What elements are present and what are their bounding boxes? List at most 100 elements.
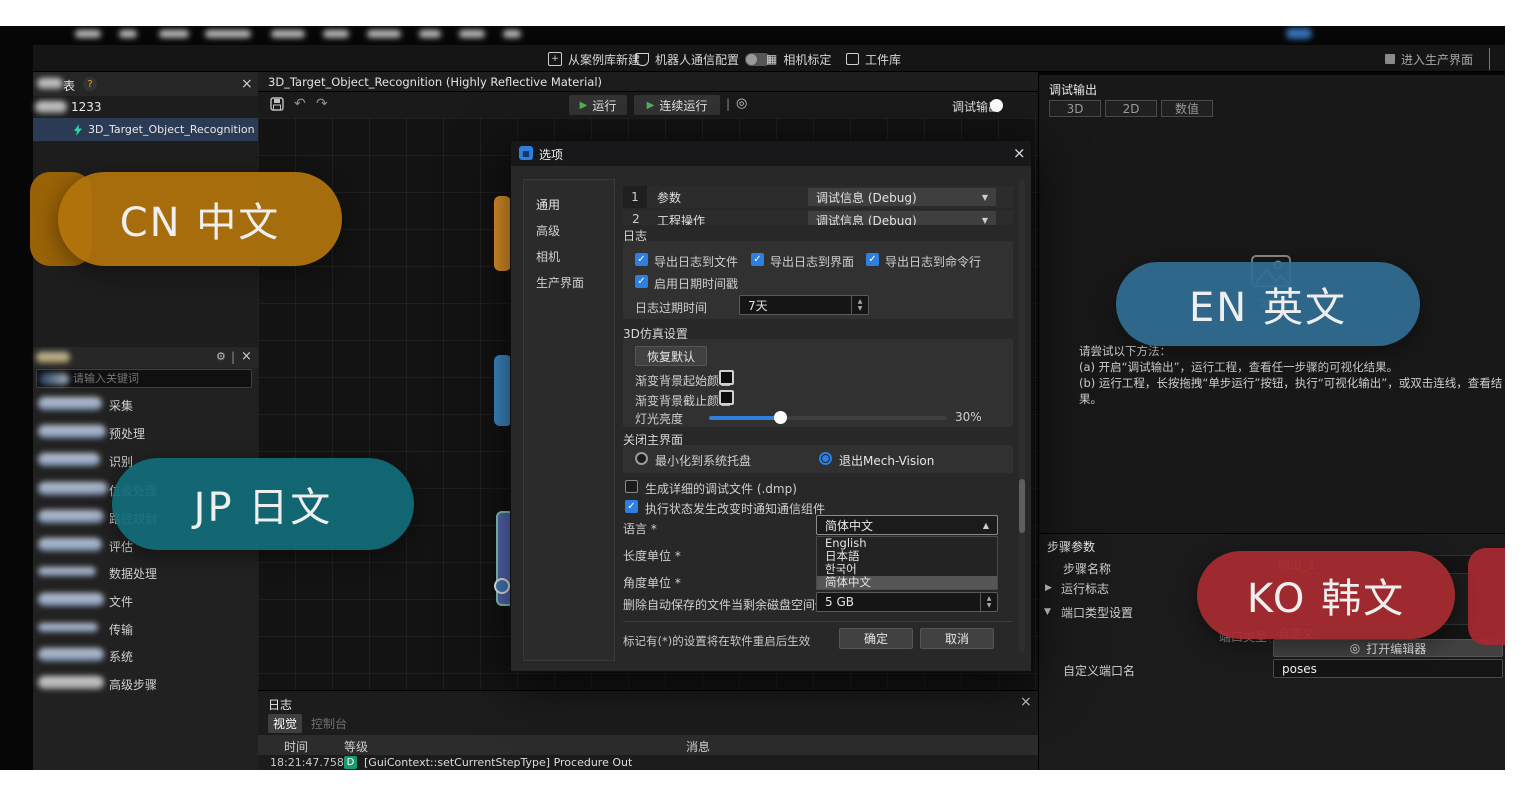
open-editor-button[interactable]: ◎ 打开编辑器 — [1273, 639, 1503, 657]
dialog-table-row[interactable]: 1 参数 调试信息 (Debug)▼ — [623, 186, 1013, 208]
step-item[interactable]: 预处理 — [33, 421, 258, 443]
project-panel-close-icon[interactable]: × — [241, 76, 253, 92]
project-count: 1233 — [71, 100, 102, 114]
dialog-sidebar-item-camera[interactable]: 相机 — [536, 248, 560, 265]
export-log-ui-checkbox[interactable]: ✓ — [751, 253, 764, 266]
log-tab-console[interactable]: 控制台 — [306, 714, 352, 733]
new-from-case-button[interactable]: + 从案例库新建 — [548, 50, 640, 68]
debug-tab-2d[interactable]: 2D — [1105, 100, 1157, 117]
log-expire-spinner[interactable]: 7天 ▲▼ — [739, 295, 869, 315]
export-log-file-checkbox[interactable]: ✓ — [635, 253, 648, 266]
undo-icon[interactable]: ↶ — [294, 96, 306, 112]
row-level-combo[interactable]: 调试信息 (Debug)▼ — [808, 188, 996, 206]
flow-node-orange[interactable] — [494, 196, 511, 271]
sim-section-group: 恢复默认 渐变背景起始颜色 渐变背景截止颜色 灯光亮度 30% — [623, 339, 1013, 427]
run-settings-icon[interactable]: ◎ — [736, 96, 747, 111]
port-type-expand-icon[interactable]: ▼ — [1044, 607, 1051, 617]
part-library-icon — [846, 53, 859, 65]
dialog-sidebar-item-advanced[interactable]: 高级 — [536, 222, 560, 239]
editor-icon: ◎ — [1350, 641, 1360, 655]
project-tree-item-selected[interactable]: 3D_Target_Object_Recognition (Highly ... — [33, 118, 258, 141]
log-panel-close-icon[interactable]: × — [1020, 694, 1032, 710]
dialog-sidebar-item-production[interactable]: 生产界面 — [536, 274, 584, 291]
ok-button[interactable]: 确定 — [839, 628, 913, 649]
exit-radio[interactable] — [819, 452, 832, 465]
step-item[interactable]: 系统 — [33, 644, 258, 666]
dmp-checkbox[interactable]: ✓ — [625, 480, 638, 493]
slider-knob[interactable] — [774, 411, 787, 424]
step-item[interactable]: 传输 — [33, 617, 258, 639]
light-brightness-label: 灯光亮度 — [635, 410, 683, 427]
notify-checkbox-label: 执行状态发生改变时通知通信组件 — [645, 500, 825, 517]
new-case-icon: + — [548, 52, 562, 66]
port-type-settings-label: 端口类型设置 — [1061, 604, 1133, 621]
robot-comm-button[interactable]: 机器人通信配置 — [636, 50, 771, 68]
minimize-radio-label: 最小化到系统托盘 — [655, 452, 751, 469]
caret-up-icon: ▲ — [983, 521, 989, 530]
minimize-radio[interactable] — [635, 452, 648, 465]
debug-tab-3d[interactable]: 3D — [1049, 100, 1101, 117]
dialog-table-row-clipped[interactable]: 2 工程操作 调试信息 (Debug)▼ — [623, 210, 1013, 225]
node-port-connector[interactable] — [494, 578, 510, 594]
dialog-scrollbar-thumb[interactable] — [1019, 479, 1025, 533]
dialog-scrollbar[interactable] — [1019, 179, 1025, 653]
save-icon[interactable] — [270, 97, 284, 111]
screenshot-root: + 从案例库新建 机器人通信配置 ▦ 相机标定 工件库 进入生产界面 表 ? ×… — [0, 0, 1536, 802]
timestamp-label: 启用日期时间戳 — [654, 275, 738, 292]
step-item[interactable]: 高级步骤 — [33, 672, 258, 694]
project-name: 3D_Target_Object_Recognition (Highly ... — [88, 123, 258, 136]
step-item[interactable]: 数据处理 — [33, 561, 258, 583]
search-input[interactable] — [71, 371, 245, 386]
restore-defaults-button[interactable]: 恢复默认 — [635, 346, 707, 366]
canvas-tab-title[interactable]: 3D_Target_Object_Recognition (Highly Ref… — [268, 75, 602, 89]
run-continuous-button[interactable]: ▶ 连续运行 — [634, 95, 720, 115]
debug-tab-values[interactable]: 数值 — [1161, 100, 1213, 117]
export-log-cmd-label: 导出日志到命令行 — [885, 253, 981, 270]
timestamp-checkbox[interactable]: ✓ — [635, 275, 648, 288]
debug-hint-line3: (b) 运行工程，长按拖拽“单步运行”按钮，执行“可视化输出”，或双击连线，查看… — [1079, 375, 1505, 407]
footer-divider — [623, 621, 1013, 622]
log-time: 18:21:47.758 — [270, 756, 344, 769]
dialog-titlebar[interactable]: ▦ 选项 × — [511, 141, 1031, 166]
steps-settings-gear-icon[interactable]: ⚙ — [216, 350, 226, 363]
enter-production-button[interactable]: 进入生产界面 — [1385, 50, 1473, 68]
steps-panel-close-icon[interactable]: × — [241, 349, 252, 364]
disk-space-spinner[interactable]: 5 GB ▲▼ — [816, 592, 998, 612]
export-log-ui-label: 导出日志到界面 — [770, 253, 854, 270]
page-margin-top — [0, 0, 1536, 26]
redacted-chip — [35, 101, 67, 113]
help-icon[interactable]: ? — [83, 77, 97, 91]
camera-calibration-button[interactable]: ▦ 相机标定 — [766, 50, 831, 68]
language-option-simplified-chinese[interactable]: 简体中文 — [817, 576, 997, 589]
log-col-time: 时间 — [284, 738, 308, 755]
light-brightness-slider[interactable] — [709, 416, 947, 420]
run-button[interactable]: ▶ 运行 — [569, 95, 627, 115]
steps-search-box[interactable] — [36, 369, 252, 388]
redo-icon[interactable]: ↷ — [316, 96, 328, 112]
log-col-level: 等级 — [344, 738, 368, 755]
caret-down-icon: ▼ — [982, 193, 988, 202]
blurred-top-right-item — [1286, 28, 1312, 39]
gradient-end-swatch[interactable] — [719, 390, 734, 405]
spin-down-icon: ▼ — [858, 305, 863, 312]
production-icon — [1385, 54, 1395, 64]
log-row[interactable]: 18:21:47.758 D [GuiContext::setCurrentSt… — [258, 755, 1038, 771]
gradient-start-swatch[interactable] — [719, 370, 734, 385]
run-flags-collapse-icon[interactable]: ▶ — [1045, 583, 1052, 593]
log-tab-vision[interactable]: 视觉 — [268, 714, 302, 733]
part-library-button[interactable]: 工件库 — [846, 50, 901, 68]
row-level-combo[interactable]: 调试信息 (Debug)▼ — [808, 211, 996, 225]
step-item[interactable]: 采集 — [33, 393, 258, 415]
dialog-close-icon[interactable]: × — [1013, 144, 1026, 162]
export-log-cmd-checkbox[interactable]: ✓ — [866, 253, 879, 266]
project-count-row[interactable]: 1233 — [33, 96, 258, 118]
cancel-button[interactable]: 取消 — [920, 628, 994, 649]
redacted-steps-title — [36, 352, 70, 363]
dialog-sidebar-item-general[interactable]: 通用 — [536, 196, 560, 213]
language-combo[interactable]: 简体中文 ▲ — [816, 515, 998, 535]
notify-checkbox[interactable]: ✓ — [625, 500, 638, 513]
step-item[interactable]: 文件 — [33, 589, 258, 611]
custom-port-input[interactable]: poses — [1273, 659, 1503, 678]
options-dialog: ▦ 选项 × 通用 高级 相机 生产界面 1 参数 调试信息 (Debug)▼ … — [510, 140, 1032, 672]
restart-note: 标记有(*)的设置将在软件重启后生效 — [623, 633, 810, 649]
